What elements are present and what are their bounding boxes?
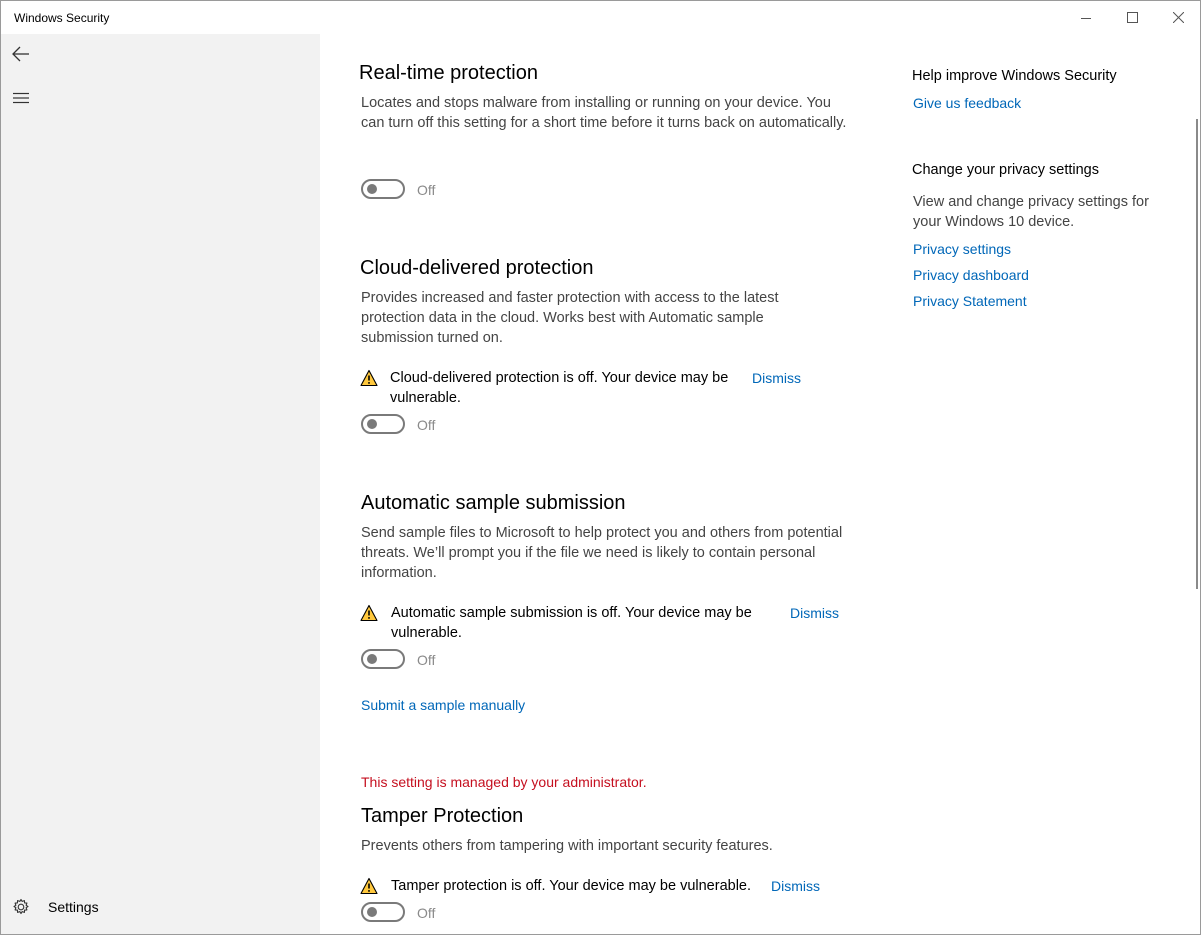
toggle-knob bbox=[367, 654, 377, 664]
privacy-statement-link[interactable]: Privacy Statement bbox=[913, 293, 1027, 309]
maximize-icon bbox=[1126, 12, 1138, 23]
sidebar-item-settings[interactable]: Settings bbox=[1, 889, 320, 925]
toggle-knob bbox=[367, 184, 377, 194]
back-button[interactable] bbox=[1, 34, 41, 74]
minimize-icon bbox=[1081, 17, 1091, 19]
toggle-knob bbox=[367, 419, 377, 429]
window-title: Windows Security bbox=[14, 11, 110, 25]
tamper-protection-dismiss-link[interactable]: Dismiss bbox=[771, 878, 820, 894]
close-button[interactable] bbox=[1155, 1, 1200, 34]
hamburger-icon bbox=[13, 92, 29, 104]
warning-icon bbox=[360, 877, 378, 895]
title-bar: Windows Security bbox=[1, 1, 1200, 34]
sample-submission-warning: Automatic sample submission is off. Your… bbox=[391, 605, 752, 641]
warning-icon bbox=[360, 369, 378, 387]
vertical-scrollbar[interactable] bbox=[1196, 119, 1198, 589]
cloud-protection-toggle[interactable] bbox=[361, 414, 405, 434]
minimize-button[interactable] bbox=[1063, 1, 1109, 34]
sample-submission-toggle[interactable] bbox=[361, 649, 405, 669]
tamper-protection-warning: Tamper protection is off. Your device ma… bbox=[391, 878, 752, 894]
sample-submission-toggle-state: Off bbox=[417, 652, 436, 668]
sidebar: Settings bbox=[1, 34, 320, 934]
tamper-protection-toggle-state: Off bbox=[417, 905, 436, 921]
sample-submission-description: Send sample files to Microsoft to help p… bbox=[361, 525, 843, 581]
tamper-protection-title: Tamper Protection bbox=[361, 805, 524, 827]
privacy-heading: Change your privacy settings bbox=[912, 162, 1099, 178]
sample-submission-dismiss-link[interactable]: Dismiss bbox=[790, 605, 839, 621]
close-icon bbox=[1172, 12, 1184, 23]
privacy-description: View and change privacy settings for you… bbox=[913, 194, 1149, 230]
main-content: Real-time protection Locates and stops m… bbox=[321, 34, 1200, 934]
settings-label: Settings bbox=[48, 899, 99, 915]
help-improve-heading: Help improve Windows Security bbox=[912, 68, 1117, 84]
back-arrow-icon bbox=[12, 46, 29, 62]
give-feedback-link[interactable]: Give us feedback bbox=[913, 95, 1021, 111]
toggle-knob bbox=[367, 907, 377, 917]
cloud-protection-description: Provides increased and faster protection… bbox=[361, 290, 779, 346]
submit-sample-manually-link[interactable]: Submit a sample manually bbox=[361, 697, 525, 713]
cloud-protection-toggle-state: Off bbox=[417, 417, 436, 433]
realtime-protection-toggle[interactable] bbox=[361, 179, 405, 199]
maximize-button[interactable] bbox=[1109, 1, 1155, 34]
realtime-protection-toggle-state: Off bbox=[417, 182, 436, 198]
realtime-protection-description: Locates and stops malware from installin… bbox=[361, 95, 847, 131]
sample-submission-title: Automatic sample submission bbox=[361, 492, 626, 514]
gear-icon bbox=[1, 898, 41, 916]
privacy-dashboard-link[interactable]: Privacy dashboard bbox=[913, 267, 1029, 283]
tamper-protection-description: Prevents others from tampering with impo… bbox=[361, 838, 773, 854]
windows-security-window: Windows Security Settings Real-time prot… bbox=[0, 0, 1201, 935]
tamper-protection-toggle[interactable] bbox=[361, 902, 405, 922]
cloud-protection-title: Cloud-delivered protection bbox=[360, 257, 594, 279]
warning-icon bbox=[360, 604, 378, 622]
realtime-protection-title: Real-time protection bbox=[359, 62, 538, 84]
hamburger-menu-button[interactable] bbox=[1, 78, 41, 118]
privacy-settings-link[interactable]: Privacy settings bbox=[913, 241, 1011, 257]
cloud-protection-dismiss-link[interactable]: Dismiss bbox=[752, 370, 801, 386]
cloud-protection-warning: Cloud-delivered protection is off. Your … bbox=[390, 370, 729, 406]
admin-managed-note: This setting is managed by your administ… bbox=[361, 774, 647, 790]
